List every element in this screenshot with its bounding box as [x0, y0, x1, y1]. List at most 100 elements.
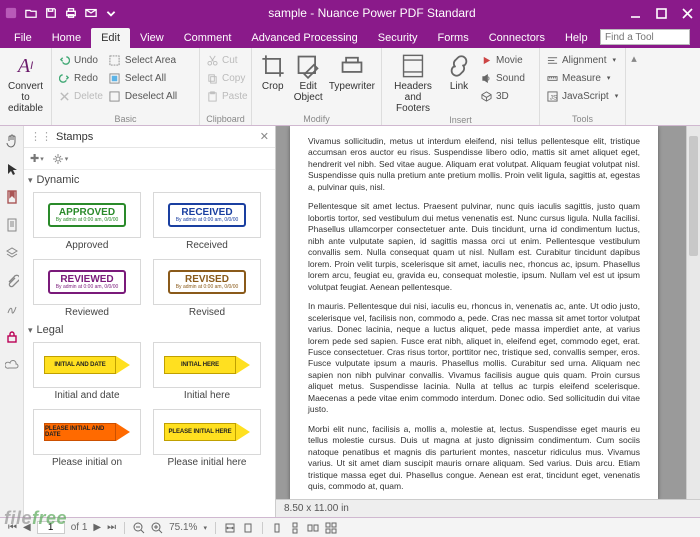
measure-button[interactable]: Measure▾	[546, 70, 618, 86]
ribbon-collapse-button[interactable]: ▴	[626, 48, 642, 125]
convert-icon: AI	[13, 53, 39, 79]
prev-page-button[interactable]: ◀	[23, 522, 31, 533]
copy-button[interactable]: Copy	[206, 70, 248, 86]
document-paragraph: Pellentesque sit amet lectus. Praesent p…	[308, 201, 640, 293]
3d-button[interactable]: 3D	[480, 88, 525, 104]
select-area-button[interactable]: Select Area	[109, 52, 177, 68]
cloud-pane-button[interactable]	[3, 356, 21, 374]
svg-text:JS: JS	[549, 94, 556, 101]
layers-pane-button[interactable]	[3, 244, 21, 262]
link-button[interactable]: Link	[444, 51, 474, 114]
stamp-label: Initial here	[152, 390, 262, 401]
group-tools-label: Tools	[546, 113, 619, 124]
stamp-preview[interactable]: REVISEDBy admin at 0:00 am, 0/0/00	[153, 259, 261, 305]
tab-connectors[interactable]: Connectors	[479, 28, 555, 48]
fit-width-button[interactable]	[224, 522, 236, 534]
security-pane-button[interactable]	[3, 328, 21, 346]
app-menu-icon[interactable]	[4, 6, 18, 20]
window-title: sample - Nuance Power PDF Standard	[118, 6, 626, 20]
stamp-preview[interactable]: PLEASE INITIAL AND DATE	[33, 409, 141, 455]
signatures-pane-button[interactable]	[3, 300, 21, 318]
headers-footers-button[interactable]: Headers and Footers	[388, 51, 438, 114]
stamps-panel-drag-icon[interactable]: ⋮⋮	[30, 130, 52, 143]
stamp-item: APPROVEDBy admin at 0:00 am, 0/0/00 Appro…	[32, 192, 142, 251]
deselect-all-button[interactable]: Deselect All	[109, 88, 177, 104]
stamp-preview[interactable]: PLEASE INITIAL HERE	[153, 409, 261, 455]
stamp-preview[interactable]: RECEIVEDBy admin at 0:00 am, 0/0/00	[153, 192, 261, 238]
save-icon[interactable]	[44, 6, 58, 20]
stamp-item: PLEASE INITIAL AND DATEPlease initial on	[32, 409, 142, 468]
alignment-button[interactable]: Alignment▾	[546, 52, 618, 68]
sound-button[interactable]: Sound	[480, 70, 525, 86]
stamp-preview[interactable]: INITIAL HERE	[153, 342, 261, 388]
last-page-button[interactable]: ⏭	[107, 522, 116, 533]
stamp-label: Approved	[32, 240, 142, 251]
tab-security[interactable]: Security	[368, 28, 428, 48]
zoom-dropdown-button[interactable]: ▾	[203, 524, 207, 532]
javascript-button[interactable]: JSJavaScript▾	[546, 88, 618, 104]
close-button[interactable]	[678, 4, 696, 22]
tab-help[interactable]: Help	[555, 28, 598, 48]
zoom-in-button[interactable]	[151, 522, 163, 534]
tab-advanced-processing[interactable]: Advanced Processing	[241, 28, 367, 48]
stamp-preview[interactable]: APPROVEDBy admin at 0:00 am, 0/0/00	[33, 192, 141, 238]
single-page-view-button[interactable]	[271, 522, 283, 534]
undo-button[interactable]: Undo	[58, 52, 103, 68]
stamp-category-legal[interactable]: Legal	[28, 322, 271, 338]
qat-dropdown-icon[interactable]	[104, 6, 118, 20]
open-icon[interactable]	[24, 6, 38, 20]
ribbon-tabs: File Home Edit View Comment Advanced Pro…	[0, 26, 700, 48]
stamp-preview[interactable]: INITIAL AND DATE	[33, 342, 141, 388]
facing-continuous-view-button[interactable]	[325, 522, 337, 534]
tab-edit[interactable]: Edit	[91, 28, 130, 48]
group-clipboard-label: Clipboard	[206, 113, 245, 124]
document-page[interactable]: Vivamus sollicitudin, metus ut interdum …	[290, 126, 658, 499]
tab-comment[interactable]: Comment	[174, 28, 242, 48]
document-area: Vivamus sollicitudin, metus ut interdum …	[276, 126, 700, 517]
bookmarks-pane-button[interactable]	[3, 188, 21, 206]
typewriter-button[interactable]: Typewriter	[329, 51, 375, 113]
tab-forms[interactable]: Forms	[428, 28, 479, 48]
select-tool-button[interactable]	[3, 160, 21, 178]
status-bar: ⏮ ◀ of 1 ▶ ⏭ 75.1% ▾	[0, 517, 700, 537]
tab-view[interactable]: View	[130, 28, 174, 48]
print-icon[interactable]	[64, 6, 78, 20]
cut-button[interactable]: Cut	[206, 52, 248, 68]
quick-access-toolbar	[4, 6, 118, 20]
stamp-preview[interactable]: REVIEWEDBy admin at 0:00 am, 0/0/00	[33, 259, 141, 305]
fit-page-button[interactable]	[242, 522, 254, 534]
stamp-category-dynamic[interactable]: Dynamic	[28, 172, 271, 188]
continuous-view-button[interactable]	[289, 522, 301, 534]
link-icon	[446, 53, 472, 79]
crop-button[interactable]: Crop	[258, 51, 287, 113]
minimize-button[interactable]	[626, 4, 644, 22]
stamps-panel-close-button[interactable]: ✕	[260, 130, 269, 143]
facing-view-button[interactable]	[307, 522, 319, 534]
edit-object-button[interactable]: Edit Object	[293, 51, 322, 113]
pages-pane-button[interactable]	[3, 216, 21, 234]
paste-button[interactable]: Paste	[206, 88, 248, 104]
find-tool-input[interactable]	[600, 29, 690, 45]
page-number-input[interactable]	[37, 521, 65, 534]
select-all-button[interactable]: Select All	[109, 70, 177, 86]
email-icon[interactable]	[84, 6, 98, 20]
movie-button[interactable]: Movie	[480, 52, 525, 68]
tab-home[interactable]: Home	[42, 28, 91, 48]
vertical-scrollbar[interactable]	[686, 126, 700, 499]
tab-file[interactable]: File	[4, 28, 42, 48]
delete-button[interactable]: Delete	[58, 88, 103, 104]
stamp-item: REVIEWEDBy admin at 0:00 am, 0/0/00Revie…	[32, 259, 142, 318]
attachments-pane-button[interactable]	[3, 272, 21, 290]
scrollbar-thumb[interactable]	[689, 136, 698, 256]
next-page-button[interactable]: ▶	[93, 522, 101, 533]
maximize-button[interactable]	[652, 4, 670, 22]
hand-tool-button[interactable]	[3, 132, 21, 150]
document-paragraph: Vivamus sollicitudin, metus ut interdum …	[308, 136, 640, 193]
stamps-options-button[interactable]: ▾	[52, 153, 69, 165]
stamps-add-button[interactable]: ✚ ▾	[30, 152, 44, 165]
edit-object-icon	[295, 53, 321, 79]
first-page-button[interactable]: ⏮	[8, 522, 17, 533]
redo-button[interactable]: Redo	[58, 70, 103, 86]
convert-to-editable-button[interactable]: AI Convert to editable	[6, 51, 45, 124]
zoom-out-button[interactable]	[133, 522, 145, 534]
